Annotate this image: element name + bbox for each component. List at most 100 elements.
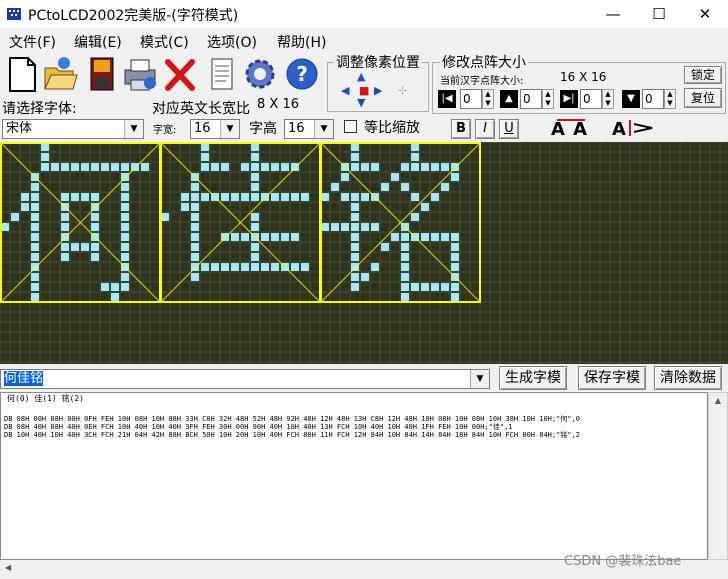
reset-button[interactable]: 复位 xyxy=(684,88,722,108)
glyph-pixel xyxy=(11,213,19,221)
chevron-down-icon[interactable]: ▼ xyxy=(470,370,489,388)
underline-button[interactable]: U xyxy=(499,119,519,139)
glyph-pixel xyxy=(331,223,339,231)
glyph-pixel xyxy=(31,183,39,191)
glyph-pixel xyxy=(351,273,359,281)
bold-button[interactable]: B xyxy=(451,119,471,139)
italic-button[interactable]: I xyxy=(475,119,495,139)
glyph-pixel xyxy=(111,163,119,171)
app-icon xyxy=(7,8,21,20)
move-up-icon[interactable]: ▲ xyxy=(357,70,365,83)
glyph-pixel xyxy=(121,173,129,181)
glyph-pixel xyxy=(281,233,289,241)
flip-vertical-icon[interactable]: A xyxy=(610,116,656,140)
flip-horizontal-icon[interactable]: A A xyxy=(549,116,595,140)
adjust-pixel-label: 调整像素位置 xyxy=(334,52,422,72)
close-button[interactable]: ✕ xyxy=(682,0,728,28)
char-width-value: 16 xyxy=(194,121,211,136)
text-input-value: 何佳铭 xyxy=(4,371,44,386)
glyph-pixel xyxy=(121,233,129,241)
glyph-pixel xyxy=(421,233,429,241)
proportional-checkbox[interactable] xyxy=(344,120,357,133)
glyph-pixel xyxy=(411,193,419,201)
glyph-pixel xyxy=(31,203,39,211)
save-font-button[interactable]: 保存字模 xyxy=(578,366,646,390)
glyph-pixel xyxy=(31,243,39,251)
glyph-pixel xyxy=(251,153,259,161)
glyph-pixel xyxy=(251,243,259,251)
font-select[interactable]: 宋体 ▼ xyxy=(2,119,144,139)
current-size-value: 16 X 16 xyxy=(560,70,607,84)
left-spinner-value[interactable]: 0 xyxy=(460,89,482,109)
menu-mode[interactable]: 模式(C) xyxy=(140,32,189,52)
glyph-pixel xyxy=(271,163,279,171)
shrink-right-icon[interactable]: ▶| xyxy=(560,90,578,108)
glyph-pixel xyxy=(351,263,359,271)
glyph-pixel xyxy=(91,213,99,221)
char-width-select[interactable]: 16 ▼ xyxy=(190,119,240,139)
shrink-top-icon[interactable]: ▲ xyxy=(500,90,518,108)
notepad-icon[interactable] xyxy=(204,54,240,94)
new-file-icon[interactable] xyxy=(4,54,40,94)
shrink-bottom-icon[interactable]: ▼ xyxy=(622,90,640,108)
proportional-label: 等比缩放 xyxy=(364,120,420,136)
glyph-pixel xyxy=(71,163,79,171)
glyph-pixel xyxy=(191,223,199,231)
glyph-pixel xyxy=(401,253,409,261)
chevron-down-icon[interactable]: ▼ xyxy=(220,120,239,138)
dot-matrix-canvas[interactable] xyxy=(0,142,728,364)
glyph-pixel xyxy=(271,193,279,201)
clear-data-button[interactable]: 清除数据 xyxy=(654,366,722,390)
scroll-up-icon[interactable]: ▲ xyxy=(709,396,727,405)
settings-gear-icon[interactable] xyxy=(242,54,278,94)
char-height-select[interactable]: 16 ▼ xyxy=(284,119,334,139)
glyph-pixel xyxy=(281,163,289,171)
bottom-spinner-value[interactable]: 0 xyxy=(642,89,664,109)
move-left-icon[interactable]: ◀ xyxy=(341,84,349,97)
glyph-pixel xyxy=(271,233,279,241)
glyph-pixel xyxy=(111,283,119,291)
move-right-icon[interactable]: ▶ xyxy=(374,84,382,97)
title-bar: PCtoLCD2002完美版-(字符模式) — ☐ ✕ xyxy=(0,0,728,28)
glyph-pixel xyxy=(191,263,199,271)
save-disk-icon[interactable] xyxy=(84,54,120,94)
maximize-button[interactable]: ☐ xyxy=(636,0,682,28)
menu-help[interactable]: 帮助(H) xyxy=(277,32,326,52)
glyph-pixel xyxy=(121,223,129,231)
menu-bar: 文件(F) 编辑(E) 模式(C) 选项(O) 帮助(H) xyxy=(0,28,728,52)
grid-toggle-icon[interactable]: ⊹ xyxy=(398,84,407,97)
delete-x-icon[interactable] xyxy=(162,54,198,94)
glyph-pixel xyxy=(241,163,249,171)
glyph-pixel xyxy=(181,203,189,211)
glyph-pixel xyxy=(241,263,249,271)
glyph-pixel xyxy=(31,213,39,221)
glyph-pixel xyxy=(351,143,359,151)
shrink-left-icon[interactable]: |◀ xyxy=(438,90,456,108)
bottom-spinner-arrows[interactable]: ▲ ▼ xyxy=(664,89,676,109)
menu-file[interactable]: 文件(F) xyxy=(9,32,56,52)
glyph-pixel xyxy=(321,193,329,201)
vertical-scrollbar[interactable]: ▲ xyxy=(708,392,728,560)
svg-text:A: A xyxy=(573,119,587,140)
move-down-icon[interactable]: ▼ xyxy=(357,96,365,109)
left-spinner-arrows[interactable]: ▲ ▼ xyxy=(482,89,494,109)
help-icon[interactable]: ? xyxy=(284,54,320,94)
scroll-left-icon[interactable]: ◀ xyxy=(5,563,11,572)
output-textarea[interactable]: 何(0) 佳(1) 铭(2) DB 08H 00H 08H 00H 0FH FE… xyxy=(0,392,708,560)
right-spinner-arrows[interactable]: ▲ ▼ xyxy=(602,89,614,109)
menu-edit[interactable]: 编辑(E) xyxy=(74,32,122,52)
top-spinner-value[interactable]: 0 xyxy=(520,89,542,109)
right-spinner-value[interactable]: 0 xyxy=(580,89,602,109)
lock-button[interactable]: 锁定 xyxy=(684,66,722,84)
top-spinner-arrows[interactable]: ▲ ▼ xyxy=(542,89,554,109)
open-folder-icon[interactable] xyxy=(42,54,78,94)
glyph-pixel xyxy=(91,163,99,171)
chevron-down-icon[interactable]: ▼ xyxy=(124,120,143,138)
print-icon[interactable] xyxy=(122,54,158,94)
generate-button[interactable]: 生成字模 xyxy=(499,366,567,390)
chevron-down-icon[interactable]: ▼ xyxy=(314,120,333,138)
menu-options[interactable]: 选项(O) xyxy=(207,32,257,52)
text-input[interactable]: 何佳铭 ▼ xyxy=(0,369,490,389)
glyph-pixel xyxy=(411,213,419,221)
minimize-button[interactable]: — xyxy=(590,0,636,28)
